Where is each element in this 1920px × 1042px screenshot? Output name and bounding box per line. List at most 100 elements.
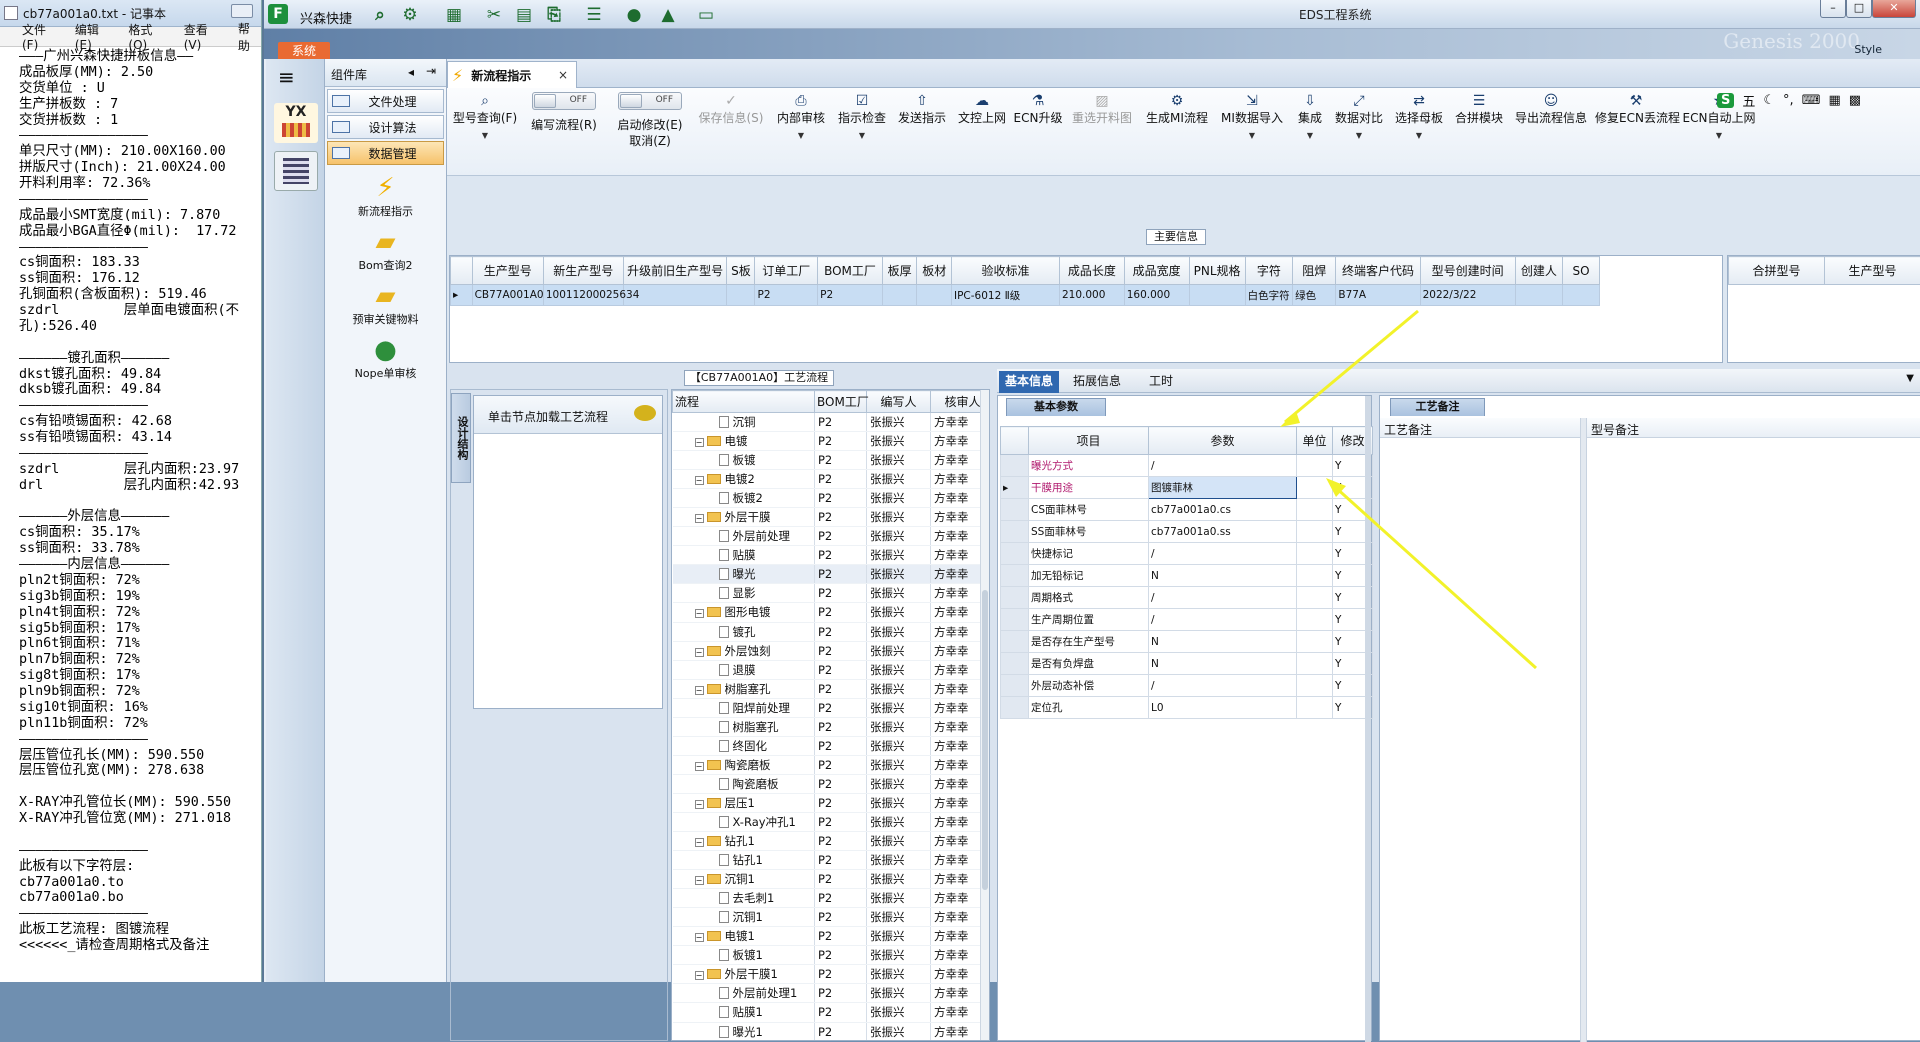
flow-row[interactable]: 沉铜1 P2 张振兴 方幸幸 已审: [673, 908, 991, 927]
list-icon[interactable]: ☰: [582, 6, 606, 24]
menu-file[interactable]: 文件(F): [22, 21, 61, 52]
col-header[interactable]: SO: [1563, 257, 1600, 285]
minimize-button[interactable]: [231, 4, 253, 18]
collapse-icon[interactable]: −: [695, 609, 704, 618]
param-value[interactable]: cb77a001a0.ss: [1149, 521, 1297, 543]
write-flow-toggle[interactable]: OFF 编写流程(R): [527, 92, 601, 172]
col-header[interactable]: 板材: [917, 257, 952, 285]
collapse-icon[interactable]: −: [695, 686, 704, 695]
col-header[interactable]: 板厚: [882, 257, 917, 285]
style-menu[interactable]: Style: [1854, 43, 1882, 56]
flow-row[interactable]: 外层前处理 P2 张振兴 方幸幸 已审: [673, 527, 991, 546]
main-info-cell[interactable]: 10011200025634: [543, 285, 623, 306]
param-row[interactable]: ▸ 干膜用途 图镀菲林 Y: [1001, 477, 1373, 499]
main-info-cell[interactable]: IPC-6012 Ⅱ级: [951, 285, 1059, 306]
param-row[interactable]: 是否存在生产型号 N Y: [1001, 631, 1373, 653]
basic-params-tab[interactable]: 基本参数: [1006, 398, 1106, 416]
save-info-button[interactable]: ✓ 保存信息(S): [695, 92, 767, 172]
param-col-header[interactable]: 单位: [1297, 427, 1333, 455]
main-info-cell[interactable]: 210.000: [1059, 285, 1124, 306]
internal-review-button[interactable]: ⎙ 内部审核 ▼: [773, 92, 829, 172]
param-col-header[interactable]: 参数: [1149, 427, 1297, 455]
scissors-icon[interactable]: ✂: [482, 6, 506, 24]
lib-item-key-material[interactable]: ▰ 预审关键物料: [325, 281, 446, 327]
col-header[interactable]: 字符: [1245, 257, 1293, 285]
category-file-processing[interactable]: 文件处理: [327, 89, 444, 113]
param-value[interactable]: /: [1149, 543, 1297, 565]
flow-col-header[interactable]: 流程: [673, 391, 815, 413]
toggle-switch[interactable]: OFF: [618, 92, 682, 110]
flow-row[interactable]: 沉铜 P2 张振兴 方幸幸 已审: [673, 413, 991, 432]
chart-icon[interactable]: ▲: [656, 6, 680, 24]
col-header[interactable]: 订单工厂: [755, 257, 818, 285]
menu-edit[interactable]: 编辑(E): [75, 21, 115, 52]
flow-row[interactable]: 退膜 P2 张振兴 方幸幸 已审: [673, 660, 991, 679]
search-icon[interactable]: ⌕: [368, 6, 392, 24]
collapse-icon[interactable]: −: [695, 933, 704, 942]
ecn-upgrade-button[interactable]: ⚗ ECN升级: [1013, 92, 1063, 172]
col-header[interactable]: 终端客户代码: [1336, 257, 1420, 285]
film-icon[interactable]: ▤: [512, 6, 536, 24]
yx-logo-icon[interactable]: YX: [274, 103, 318, 143]
send-instruction-button[interactable]: ⇧ 发送指示: [895, 92, 949, 172]
col-header[interactable]: S板: [727, 257, 755, 285]
flow-row[interactable]: 曝光1 P2 张振兴 方幸幸 已审: [673, 1022, 991, 1041]
side-tab-structure[interactable]: 设计结构: [451, 393, 471, 483]
collapse-icon[interactable]: −: [695, 971, 704, 980]
collapse-icon[interactable]: −: [695, 800, 704, 809]
sogou-icon[interactable]: S: [1717, 93, 1734, 108]
flow-row[interactable]: 板镀 P2 张振兴 方幸幸 已审: [673, 451, 991, 470]
param-value[interactable]: N: [1149, 631, 1297, 653]
calculator-icon[interactable]: [274, 151, 318, 191]
collapse-icon[interactable]: −: [695, 514, 704, 523]
flow-row[interactable]: 陶瓷磨板 P2 张振兴 方幸幸 已审: [673, 774, 991, 793]
main-info-cell[interactable]: 白色字符: [1245, 285, 1293, 306]
col-process-remark[interactable]: 工艺备注: [1380, 418, 1580, 438]
flow-row[interactable]: −树脂塞孔 P2 张振兴 方幸幸 已审: [673, 679, 991, 698]
flow-row[interactable]: −电镀 P2 张振兴 方幸幸 已审: [673, 432, 991, 451]
tab-basic-info[interactable]: 基本信息: [999, 371, 1059, 393]
flow-row[interactable]: X-Ray冲孔1 P2 张振兴 方幸幸 已审: [673, 812, 991, 831]
flow-row[interactable]: −外层干膜 P2 张振兴 方幸幸 已审: [673, 508, 991, 527]
flow-row[interactable]: 显影 P2 张振兴 方幸幸 已审: [673, 584, 991, 603]
param-row[interactable]: 定位孔 L0 Y: [1001, 697, 1373, 719]
chevron-left-icon[interactable]: ◂: [408, 65, 414, 79]
integrate-button[interactable]: ⇩ 集成 ▼: [1293, 92, 1327, 172]
flow-row[interactable]: −外层蚀刻 P2 张振兴 方幸幸 已审: [673, 641, 991, 660]
keyboard-icon[interactable]: ⌨: [1802, 93, 1821, 108]
param-value[interactable]: /: [1149, 609, 1297, 631]
tab-extended-info[interactable]: 拓展信息: [1067, 371, 1127, 393]
model-query-button[interactable]: ⌕ 型号查询(F) ▼: [451, 92, 519, 172]
main-info-cell[interactable]: 2022/3/22: [1420, 285, 1515, 306]
flow-row[interactable]: 贴膜 P2 张振兴 方幸幸 已审: [673, 546, 991, 565]
flow-row[interactable]: −陶瓷磨板 P2 张振兴 方幸幸 已审: [673, 755, 991, 774]
merge-module-button[interactable]: ☰ 合拼模块: [1451, 92, 1507, 172]
fix-ecn-button[interactable]: ⚒ 修复ECN丢流程: [1595, 92, 1677, 172]
notepad-text-area[interactable]: ———广州兴森快捷拼板信息——成品板厚(MM): 2.50交货单位 : U生产拼…: [0, 47, 261, 954]
param-row[interactable]: 加无铅标记 N Y: [1001, 565, 1373, 587]
param-value[interactable]: /: [1149, 455, 1297, 477]
tab-work-hours[interactable]: 工时: [1143, 371, 1179, 393]
main-info-cell[interactable]: [1563, 285, 1600, 306]
share-icon[interactable]: ⎘: [542, 6, 566, 24]
collapse-icon[interactable]: −: [695, 838, 704, 847]
maximize-button[interactable]: □: [1846, 0, 1872, 18]
param-value[interactable]: 图镀菲林: [1149, 477, 1297, 499]
flow-row[interactable]: 曝光 P2 张振兴 方幸幸 已审: [673, 565, 991, 584]
col-header[interactable]: 生产型号: [472, 257, 543, 285]
doc-online-button[interactable]: ☁ 文控上网: [955, 92, 1009, 172]
flow-row[interactable]: −电镀1 P2 张振兴 方幸幸 已审: [673, 927, 991, 946]
param-value[interactable]: /: [1149, 587, 1297, 609]
param-row[interactable]: 生产周期位置 / Y: [1001, 609, 1373, 631]
ime-mode[interactable]: 五: [1742, 91, 1755, 110]
flow-row[interactable]: −沉铜1 P2 张振兴 方幸幸 已审: [673, 870, 991, 889]
remarks-tab[interactable]: 工艺备注: [1390, 398, 1485, 416]
menu-help[interactable]: 帮助: [238, 20, 261, 54]
param-row[interactable]: CS面菲林号 cb77a001a0.cs Y: [1001, 499, 1373, 521]
param-value[interactable]: N: [1149, 653, 1297, 675]
col-header[interactable]: 创建人: [1515, 257, 1563, 285]
col-header[interactable]: BOM工厂: [818, 257, 883, 285]
menu-view[interactable]: 查看(V): [184, 21, 224, 52]
param-row[interactable]: SS面菲林号 cb77a001a0.ss Y: [1001, 521, 1373, 543]
lib-item-nope-review[interactable]: ● Nope单审核: [325, 335, 446, 381]
